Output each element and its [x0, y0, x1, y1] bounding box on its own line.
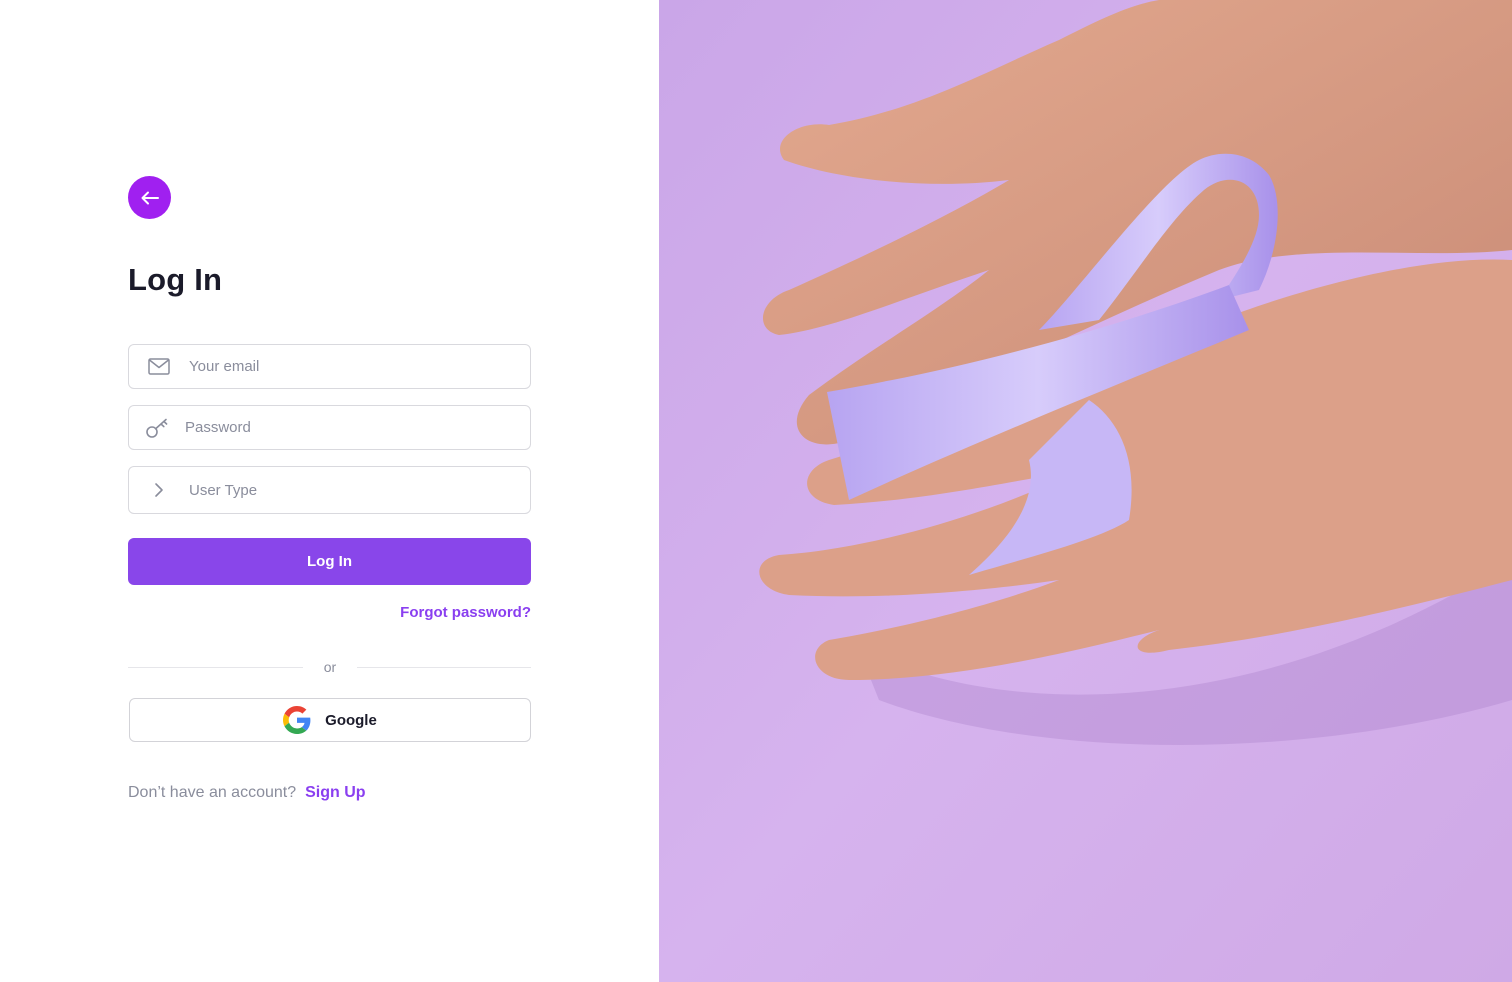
key-icon [129, 417, 185, 439]
back-button[interactable] [128, 176, 171, 219]
hero-image [659, 0, 1512, 982]
page-title: Log In [128, 262, 223, 297]
divider-left [128, 667, 303, 668]
signup-link[interactable]: Sign Up [305, 784, 365, 802]
login-button[interactable]: Log In [128, 538, 531, 585]
user-type-label: User Type [189, 481, 258, 499]
chevron-right-icon [129, 482, 189, 498]
divider-right [357, 667, 531, 668]
google-logo-icon [283, 706, 311, 734]
no-account-text: Don’t have an account? [128, 784, 297, 801]
password-field[interactable] [128, 405, 531, 450]
email-input[interactable] [189, 358, 509, 375]
user-type-select[interactable]: User Type [128, 466, 531, 514]
mail-icon [129, 358, 189, 375]
or-separator: or [323, 659, 337, 675]
forgot-password-link[interactable]: Forgot password? [400, 604, 531, 621]
signup-row: Don’t have an account? Sign Up [128, 784, 366, 802]
arrow-left-icon [141, 191, 159, 204]
login-panel: Log In User Type Log In Forgot password? [0, 0, 659, 982]
google-signin-button[interactable]: Google [129, 698, 531, 742]
hands-with-ribbon-illustration [659, 0, 1512, 982]
google-label: Google [325, 711, 377, 729]
password-input[interactable] [185, 419, 505, 436]
email-field[interactable] [128, 344, 531, 389]
